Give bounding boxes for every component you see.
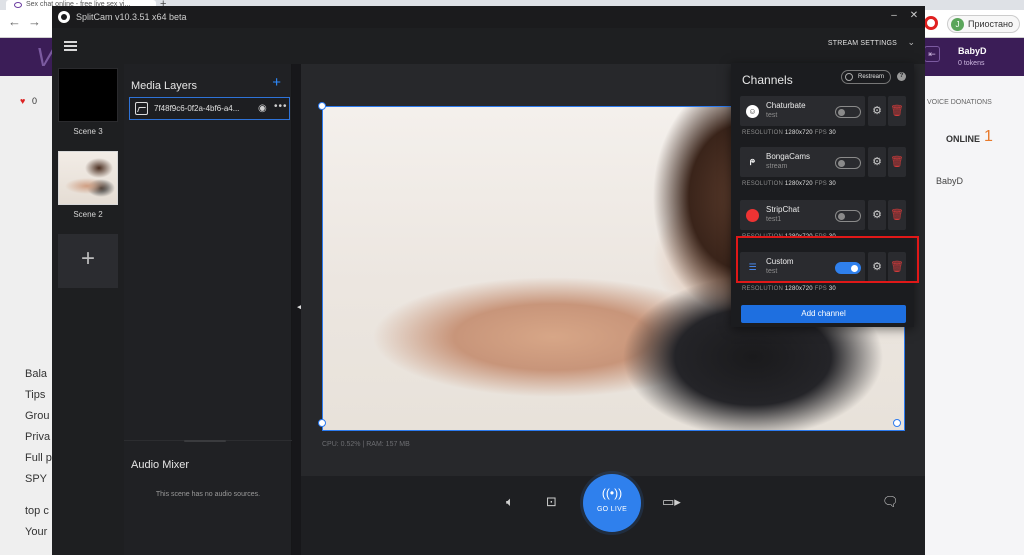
voice-donations-label: VOICE DONATIONS <box>927 99 992 106</box>
image-icon <box>135 102 148 115</box>
help-icon[interactable]: ? <box>897 72 906 81</box>
forward-arrow-icon[interactable]: → <box>28 14 41 29</box>
channel-resolution: RESOLUTION 1280x720 FPS 30 <box>742 286 836 292</box>
video-camera-icon[interactable]: ▭▸ <box>662 494 681 510</box>
resize-handle-bottom-right[interactable] <box>893 419 901 427</box>
broadcast-icon: ((•)) <box>601 486 623 500</box>
cpu-ram-stats: CPU: 0.52% | RAM: 157 MB <box>322 441 410 448</box>
restream-toggle[interactable]: Restream <box>841 70 891 84</box>
gear-icon[interactable]: ⚙ <box>868 96 886 126</box>
more-icon[interactable]: ••• <box>274 101 288 112</box>
trash-icon[interactable]: 🗑︎ <box>888 96 906 126</box>
channels-panel: Channels Restream ? ☺ Chaturbate test ⚙ … <box>731 63 914 327</box>
site-menu-icon[interactable]: ⇤ <box>924 46 940 62</box>
site-link[interactable]: Tips <box>25 385 52 406</box>
gear-icon[interactable]: ⚙ <box>868 147 886 177</box>
scene-thumbnail-2[interactable] <box>58 151 118 205</box>
mute-speaker-icon[interactable]: 🔈︎ <box>506 494 514 510</box>
media-layers-title: Media Layers <box>131 80 198 92</box>
site-link[interactable]: SPY <box>25 469 52 490</box>
channel-stream-name: stream <box>766 163 788 170</box>
channel-name: StripChat <box>766 205 800 214</box>
opera-icon[interactable] <box>924 16 938 30</box>
channel-toggle[interactable] <box>835 157 861 169</box>
channel-toggle[interactable] <box>835 210 861 222</box>
close-icon[interactable]: ✕ <box>907 9 921 23</box>
layer-name: 7f48f9c6-0f2a-4bf6-a4... <box>154 104 240 113</box>
channels-title: Channels <box>742 73 793 87</box>
gear-icon[interactable]: ⚙ <box>868 200 886 230</box>
channel-name: Chaturbate <box>766 101 806 110</box>
minimize-icon[interactable]: – <box>887 9 901 23</box>
audio-mixer-title: Audio Mixer <box>131 459 190 471</box>
back-arrow-icon[interactable]: ← <box>8 14 21 29</box>
site-logo: V <box>36 42 54 72</box>
profile-label: Приостано <box>967 19 1013 29</box>
chaturbate-logo-icon: ☺ <box>746 105 759 118</box>
online-user[interactable]: BabyD <box>936 176 963 186</box>
site-link[interactable]: Priva <box>25 427 52 448</box>
bongacams-logo-icon: ᖘ <box>746 156 759 169</box>
channel-card-chaturbate[interactable]: ☺ Chaturbate test <box>740 96 865 126</box>
scene-label: Scene 3 <box>73 127 103 136</box>
heart-count: 0 <box>32 96 38 106</box>
scene-label: Scene 2 <box>73 210 103 219</box>
layer-item[interactable]: 7f48f9c6-0f2a-4bf6-a4... ◉ ••• <box>129 97 290 120</box>
scenes-panel: Scene 3 Scene 2 + <box>52 64 124 555</box>
online-label: ONLINE <box>946 134 981 144</box>
window-title: SplitCam v10.3.51 x64 beta <box>76 12 187 22</box>
scene-thumbnail-3[interactable] <box>58 68 118 122</box>
site-user-name[interactable]: BabyD <box>958 46 987 56</box>
resize-handle-top-left[interactable] <box>318 102 326 110</box>
menu-icon[interactable] <box>64 41 77 51</box>
radio-icon <box>845 73 853 81</box>
splitcam-logo-icon <box>58 11 70 23</box>
add-layer-button[interactable]: + <box>272 74 281 91</box>
channel-name: BongaCams <box>766 152 811 161</box>
profile-button[interactable]: J Приостано <box>946 15 1020 33</box>
site-right-column <box>925 76 1024 555</box>
site-left-links: Bala Tips Grou Priva Full p SPY <box>25 364 52 490</box>
stream-settings-button[interactable]: STREAM SETTINGS <box>828 40 897 47</box>
chat-icon[interactable]: 🗨︎ <box>882 494 899 510</box>
channel-card-stripchat[interactable]: StripChat test1 <box>740 200 865 230</box>
trash-icon[interactable]: 🗑︎ <box>888 200 906 230</box>
title-bar: SplitCam v10.3.51 x64 beta – ✕ <box>52 6 925 28</box>
go-live-label: GO LIVE <box>596 506 628 513</box>
site-link[interactable]: Your <box>25 522 49 543</box>
top-bar <box>52 28 925 64</box>
media-layers-panel: Media Layers + 7f48f9c6-0f2a-4bf6-a4... … <box>124 64 292 555</box>
screen: Sex chat online - free live sex vi... + … <box>0 0 1024 555</box>
audio-empty-text: This scene has no audio sources. <box>155 491 261 498</box>
channel-resolution: RESOLUTION 1280x720 FPS 30 <box>742 130 836 136</box>
profile-avatar: J <box>950 18 964 31</box>
heart-icon[interactable]: ♥ <box>20 96 25 106</box>
eye-icon[interactable]: ◉ <box>258 103 267 114</box>
site-link[interactable]: Full p <box>25 448 52 469</box>
site-favicon-icon <box>14 2 22 8</box>
camera-snapshot-icon[interactable]: ⊡ <box>546 494 557 510</box>
trash-icon[interactable]: 🗑︎ <box>888 147 906 177</box>
site-left-links-lower: top c Your <box>25 501 49 543</box>
site-link[interactable]: top c <box>25 501 49 522</box>
go-live-button[interactable]: ((•)) GO LIVE <box>583 474 641 532</box>
highlight-box <box>736 236 919 283</box>
restream-label: Restream <box>858 74 885 80</box>
site-link[interactable]: Bala <box>25 364 52 385</box>
chevron-down-icon[interactable]: ⌄ <box>907 37 915 48</box>
add-channel-button[interactable]: Add channel <box>741 305 906 323</box>
stripchat-logo-icon <box>746 209 759 222</box>
channel-stream-name: test1 <box>766 216 782 223</box>
resize-handle-bottom-left[interactable] <box>318 419 326 427</box>
channel-toggle[interactable] <box>835 106 861 118</box>
channel-card-bongacams[interactable]: ᖘ BongaCams stream <box>740 147 865 177</box>
site-user-tokens: 0 tokens <box>958 60 985 67</box>
channel-resolution: RESOLUTION 1280x720 FPS 30 <box>742 181 836 187</box>
site-link[interactable]: Grou <box>25 406 52 427</box>
resize-handle[interactable] <box>184 440 226 442</box>
online-count: 1 <box>984 128 993 145</box>
channel-stream-name: test <box>766 112 778 119</box>
add-scene-button[interactable]: + <box>58 234 118 288</box>
